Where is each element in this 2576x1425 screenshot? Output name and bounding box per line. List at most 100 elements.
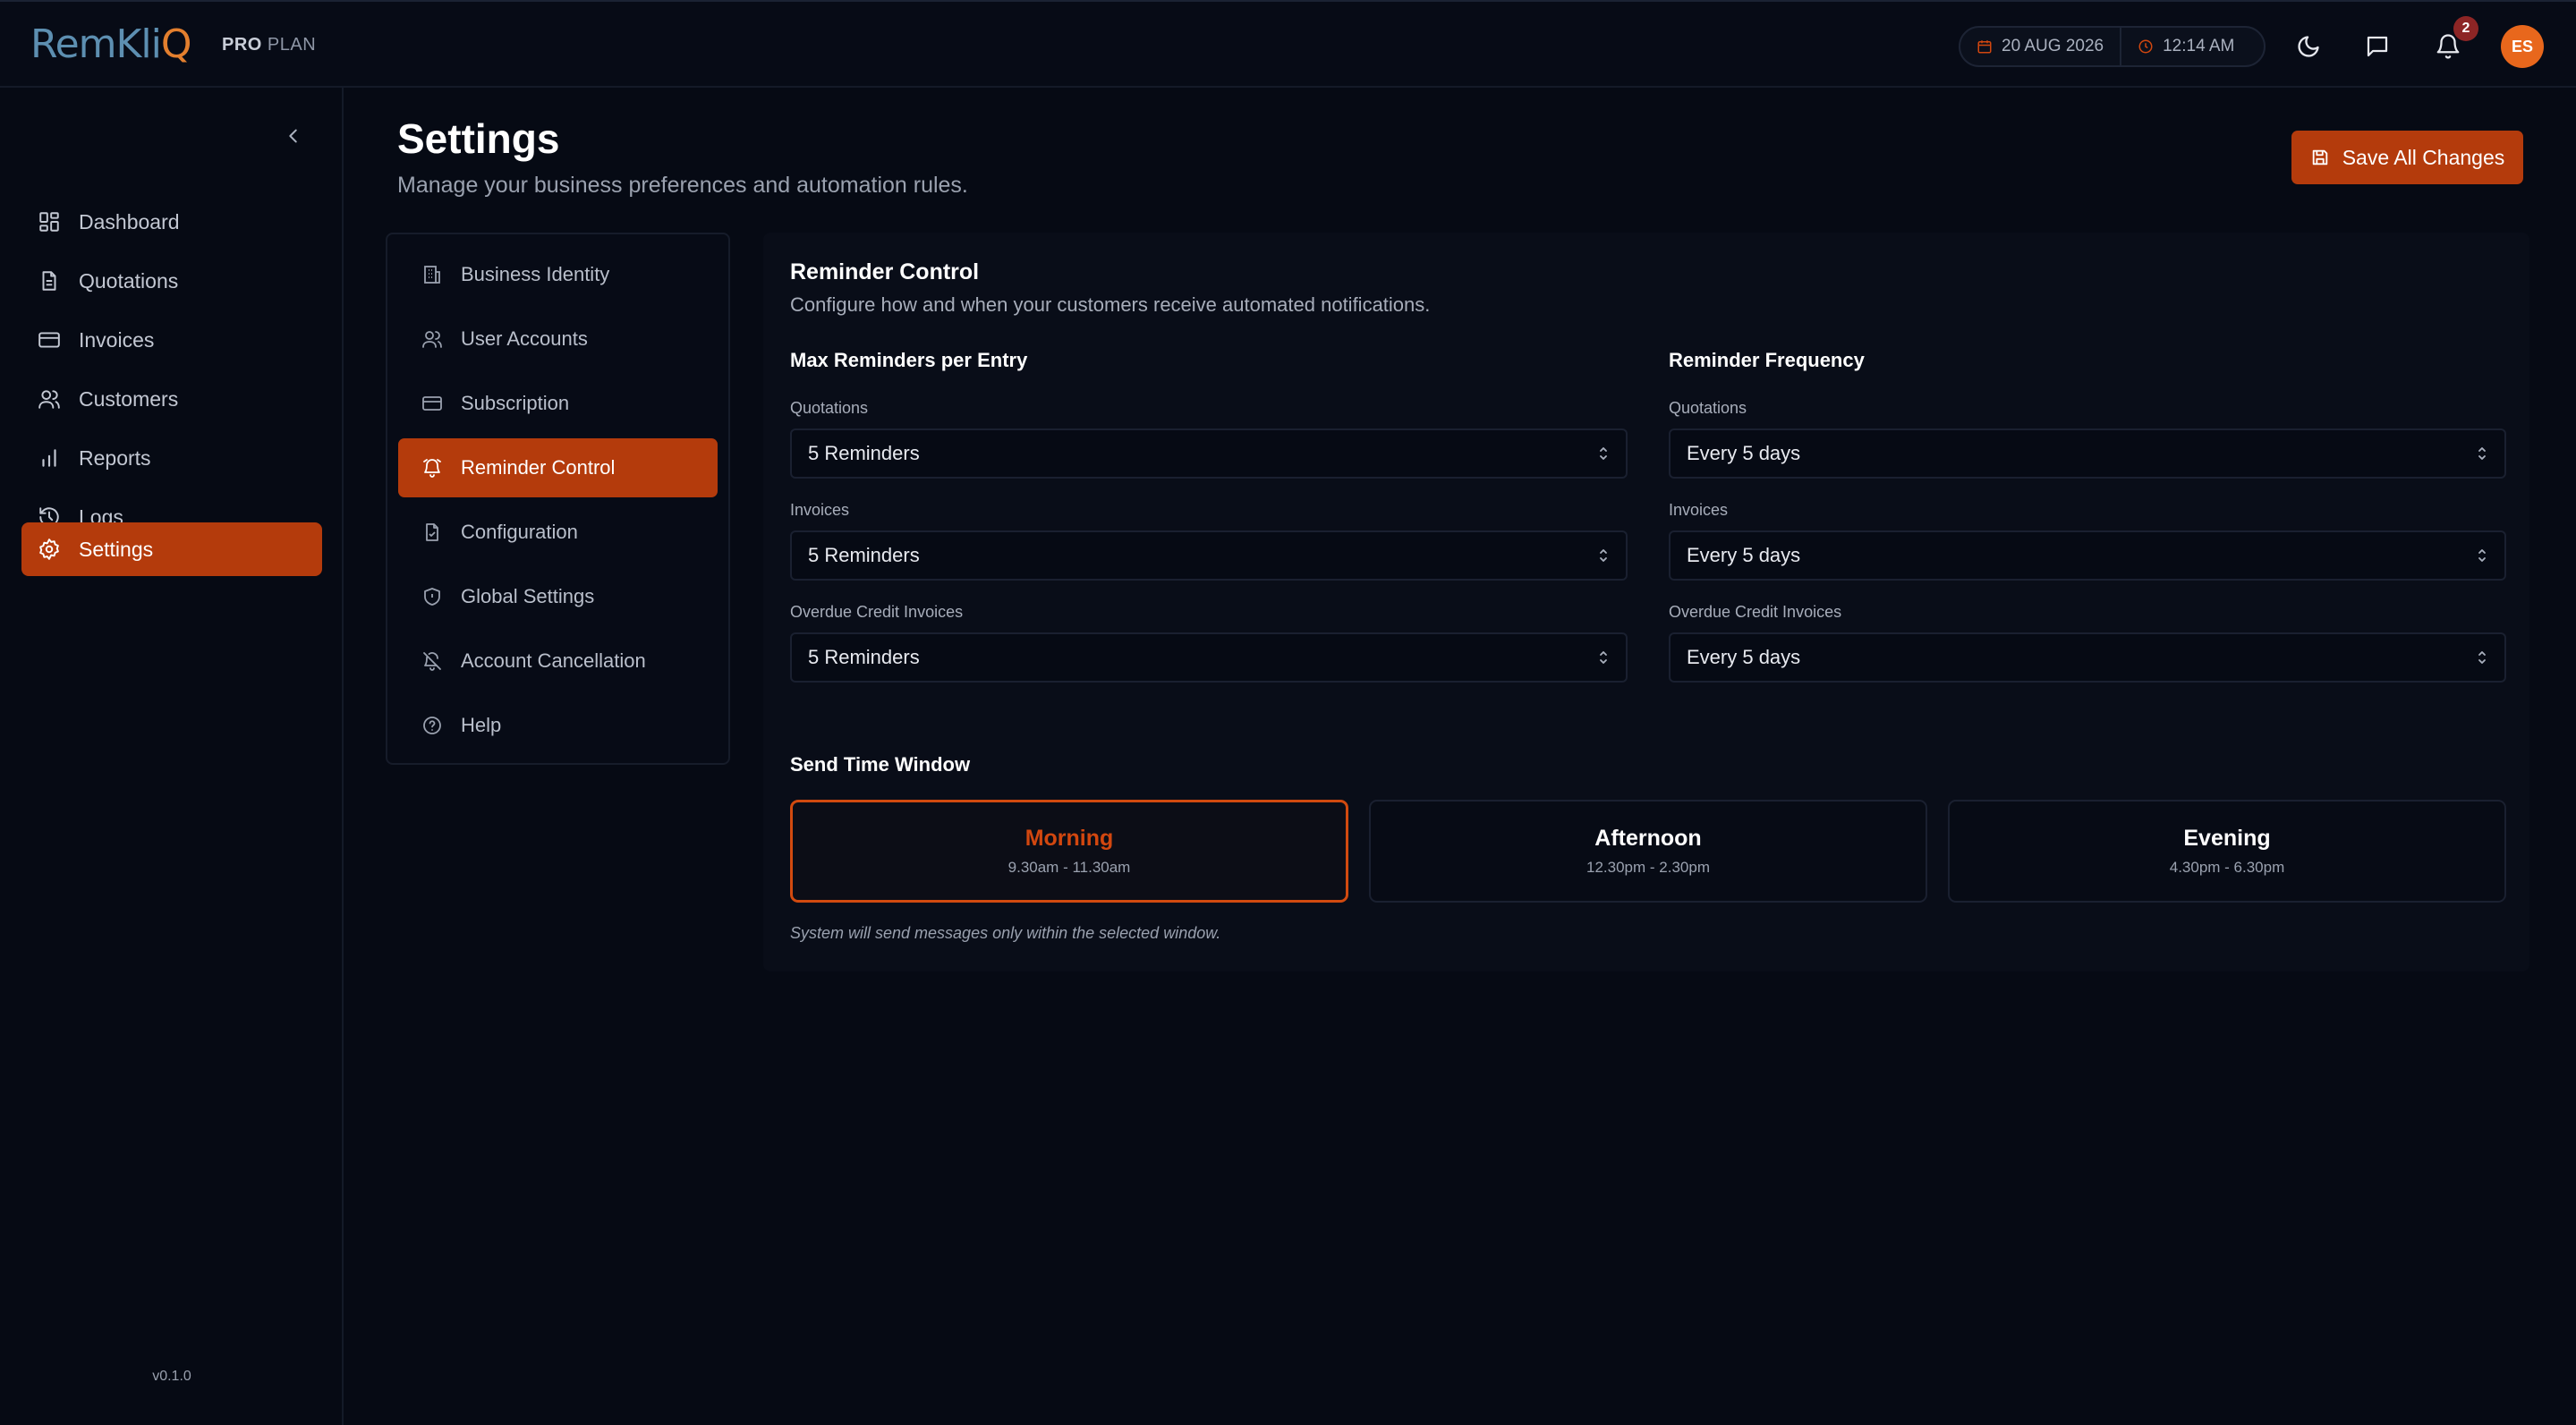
reminder-control-panel: Reminder Control Configure how and when … (763, 233, 2529, 971)
avatar[interactable]: ES (2501, 25, 2544, 68)
settings-item-label: Subscription (461, 392, 570, 414)
window-name: Morning (1024, 826, 1114, 851)
notification-badge: 2 (2453, 16, 2478, 41)
settings-menu: Business Identity User Accounts Subscrip… (386, 233, 730, 765)
select-value: Every 5 days (1687, 646, 1801, 668)
chevron-up-down-icon (1597, 547, 1610, 564)
settings-item-subscription[interactable]: Subscription (398, 374, 718, 433)
window-option-morning[interactable]: Morning 9.30am - 11.30am (790, 800, 1348, 903)
sidebar-item-label: Settings (79, 537, 154, 561)
window-time: 4.30pm - 6.30pm (2169, 859, 2285, 876)
freq-quotations-label: Quotations (1669, 399, 1747, 417)
window-option-evening[interactable]: Evening 4.30pm - 6.30pm (1948, 800, 2506, 903)
page-subtitle: Manage your business preferences and aut… (397, 173, 968, 198)
freq-overdue-select[interactable]: Every 5 days (1669, 632, 2506, 683)
max-quotations-label: Quotations (790, 399, 869, 417)
chevron-up-down-icon (2476, 445, 2488, 462)
help-circle-icon (421, 715, 443, 736)
chevron-left-icon (284, 126, 303, 146)
bar-chart-icon (38, 446, 61, 470)
max-quotations-select[interactable]: 5 Reminders (790, 428, 1628, 479)
top-bar: RemKliQ PRO PLAN 20 AUG 2026 12:14 AM 2 … (0, 0, 2576, 88)
sidebar-item-label: Quotations (79, 268, 179, 293)
collapse-sidebar-button[interactable] (279, 122, 308, 150)
reminder-frequency-heading: Reminder Frequency (1669, 349, 1865, 371)
users-icon (421, 328, 443, 350)
alarm-off-icon (421, 650, 443, 672)
sidebar-item-settings[interactable]: Settings (21, 522, 322, 576)
sidebar-item-label: Reports (79, 445, 151, 470)
alarm-icon (421, 457, 443, 479)
max-invoices-select[interactable]: 5 Reminders (790, 530, 1628, 581)
select-value: 5 Reminders (808, 442, 920, 464)
chevron-up-down-icon (1597, 445, 1610, 462)
plan-word: PLAN (267, 35, 317, 55)
section-title: Reminder Control (790, 259, 980, 284)
time-display: 12:14 AM (2121, 28, 2250, 65)
time-text: 12:14 AM (2163, 37, 2235, 55)
window-name: Evening (2183, 826, 2271, 851)
theme-toggle-button[interactable] (2291, 29, 2326, 64)
settings-item-label: User Accounts (461, 327, 588, 350)
gear-icon (38, 538, 61, 561)
logo[interactable]: RemKliQ (30, 21, 191, 67)
chat-icon (2364, 33, 2391, 60)
max-reminders-heading: Max Reminders per Entry (790, 349, 1028, 371)
select-value: 5 Reminders (808, 646, 920, 668)
window-note: System will send messages only within th… (790, 924, 1221, 942)
dashboard-icon (38, 210, 61, 233)
freq-overdue-label: Overdue Credit Invoices (1669, 603, 1842, 621)
window-option-afternoon[interactable]: Afternoon 12.30pm - 2.30pm (1369, 800, 1927, 903)
settings-item-reminder-control[interactable]: Reminder Control (398, 438, 718, 497)
file-check-icon (421, 522, 443, 543)
card-icon (421, 393, 443, 414)
select-value: 5 Reminders (808, 544, 920, 566)
settings-item-account-cancellation[interactable]: Account Cancellation (398, 632, 718, 691)
max-invoices-label: Invoices (790, 501, 850, 519)
settings-item-business-identity[interactable]: Business Identity (398, 245, 718, 304)
app-version: v0.1.0 (152, 1369, 191, 1384)
freq-quotations-select[interactable]: Every 5 days (1669, 428, 2506, 479)
select-value: Every 5 days (1687, 544, 1801, 566)
moon-icon (2296, 34, 2321, 59)
settings-item-configuration[interactable]: Configuration (398, 503, 718, 562)
page-title: Settings (397, 115, 560, 162)
settings-item-label: Configuration (461, 521, 578, 543)
max-overdue-select[interactable]: 5 Reminders (790, 632, 1628, 683)
logo-accent: Q (160, 21, 192, 67)
section-subtitle: Configure how and when your customers re… (790, 293, 1431, 316)
calendar-icon (1977, 38, 1993, 55)
sidebar-item-quotations[interactable]: Quotations (21, 254, 322, 308)
date-text: 20 AUG 2026 (2002, 37, 2104, 55)
save-all-changes-button[interactable]: Save All Changes (2291, 131, 2523, 184)
save-button-label: Save All Changes (2342, 145, 2505, 169)
users-icon (38, 387, 61, 411)
messages-button[interactable] (2359, 29, 2395, 64)
sidebar-item-label: Invoices (79, 327, 155, 352)
settings-item-user-accounts[interactable]: User Accounts (398, 310, 718, 369)
settings-item-global-settings[interactable]: Global Settings (398, 567, 718, 626)
settings-item-help[interactable]: Help (398, 696, 718, 755)
settings-item-label: Global Settings (461, 585, 595, 607)
sidebar: Dashboard Quotations Invoices Customers … (0, 88, 344, 1425)
plan-tier: PRO (222, 35, 262, 55)
sidebar-item-customers[interactable]: Customers (21, 372, 322, 426)
datetime-pill: 20 AUG 2026 12:14 AM (1959, 26, 2266, 67)
window-time: 9.30am - 11.30am (1007, 859, 1131, 876)
window-name: Afternoon (1594, 826, 1702, 851)
sidebar-item-reports[interactable]: Reports (21, 431, 322, 485)
settings-item-label: Business Identity (461, 263, 610, 285)
plan-label: PRO PLAN (222, 35, 316, 55)
sidebar-item-invoices[interactable]: Invoices (21, 313, 322, 367)
shield-icon (421, 586, 443, 607)
sidebar-item-label: Customers (79, 386, 179, 411)
sidebar-item-dashboard[interactable]: Dashboard (21, 195, 322, 249)
max-overdue-label: Overdue Credit Invoices (790, 603, 964, 621)
clock-icon (2138, 38, 2154, 55)
send-time-window-heading: Send Time Window (790, 753, 971, 776)
chevron-up-down-icon (2476, 547, 2488, 564)
card-icon (38, 328, 61, 352)
freq-invoices-select[interactable]: Every 5 days (1669, 530, 2506, 581)
document-icon (38, 269, 61, 293)
settings-item-label: Help (461, 714, 502, 736)
